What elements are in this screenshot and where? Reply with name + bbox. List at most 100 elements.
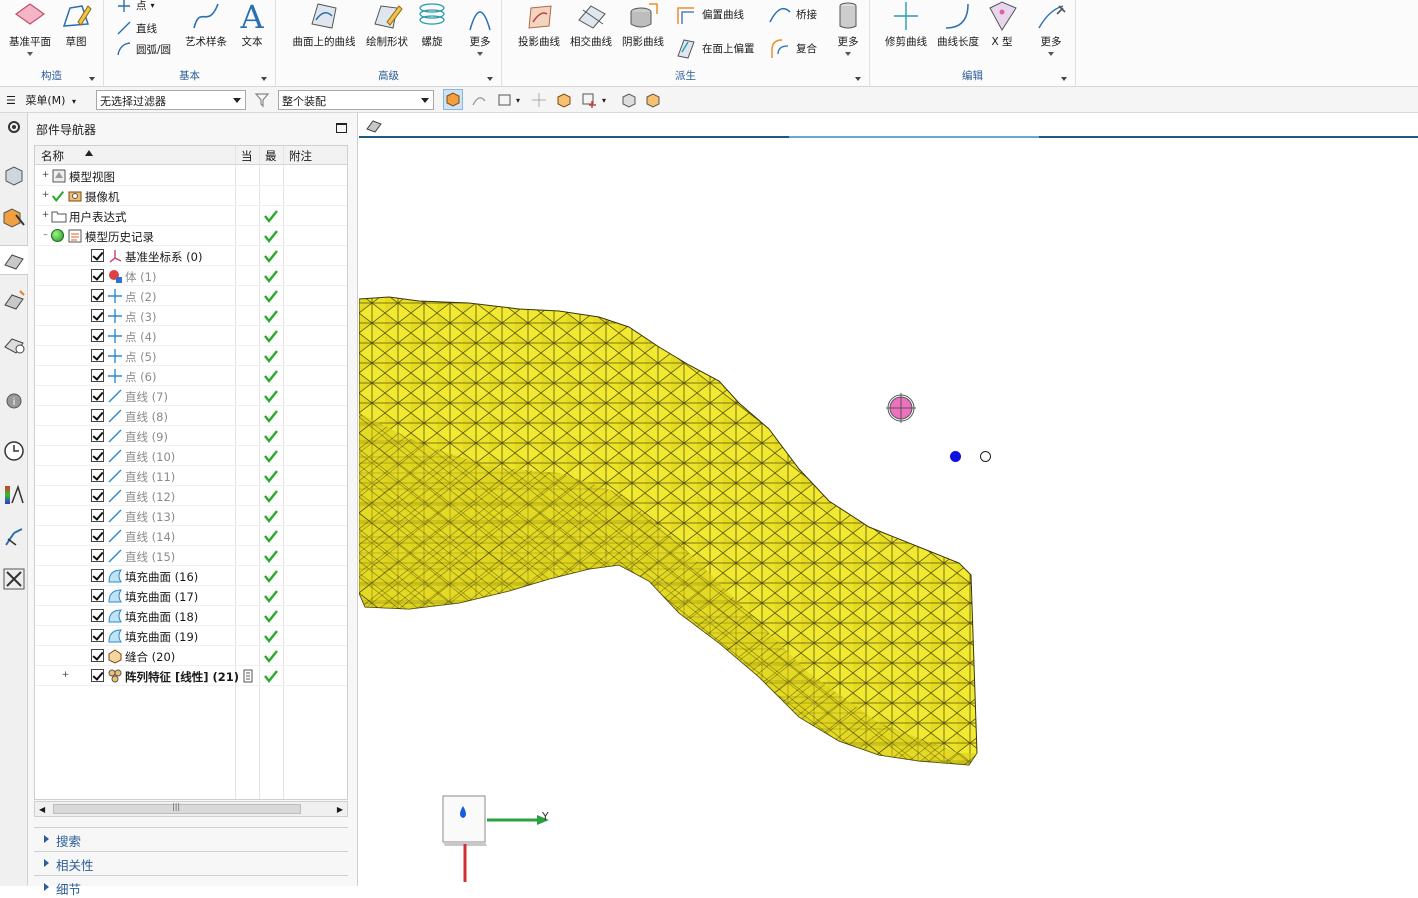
composite-curve-button[interactable]: 复合 xyxy=(768,36,817,60)
visibility-checkbox[interactable] xyxy=(91,609,104,622)
section-dependencies[interactable]: 相关性 xyxy=(34,851,348,873)
tree-row[interactable]: 点 (6) xyxy=(35,366,347,386)
add-component-icon[interactable] xyxy=(580,91,598,109)
section-details[interactable]: 细节 xyxy=(34,875,348,897)
visibility-checkbox[interactable] xyxy=(91,429,104,442)
tree-row[interactable]: 点 (3) xyxy=(35,306,347,326)
tree-row[interactable]: 直线 (15) xyxy=(35,546,347,566)
visibility-checkbox[interactable] xyxy=(91,649,104,662)
offset-in-face-button[interactable]: 在面上偏置 xyxy=(674,36,755,60)
visibility-checkbox[interactable] xyxy=(91,629,104,642)
tree-row[interactable]: 点 (5) xyxy=(35,346,347,366)
trim-curve-button[interactable]: 修剪曲线 xyxy=(880,0,932,49)
maximize-icon[interactable] xyxy=(336,123,347,133)
studio-spline-button[interactable]: 艺术样条 xyxy=(180,0,232,49)
draw-shape-button[interactable]: 绘制形状 xyxy=(362,0,412,49)
role-tools-icon[interactable] xyxy=(2,525,26,549)
expand-toggle[interactable]: + xyxy=(41,171,50,180)
tree-row[interactable]: 基准坐标系 (0) xyxy=(35,246,347,266)
visibility-checkbox[interactable] xyxy=(91,269,104,282)
bridge-curve-button[interactable]: 桥接 xyxy=(768,2,817,26)
select-feature-toggle[interactable] xyxy=(443,89,463,110)
section-search[interactable]: 搜索 xyxy=(34,827,348,849)
graphics-window[interactable]: Y xyxy=(359,113,1418,886)
visibility-checkbox[interactable] xyxy=(91,309,104,322)
tree-row[interactable]: 直线 (7) xyxy=(35,386,347,406)
yellow-surface-model[interactable] xyxy=(359,113,1418,886)
line-button[interactable]: 直线 xyxy=(116,20,157,36)
history-clock-icon[interactable] xyxy=(2,439,26,463)
filter-icon[interactable] xyxy=(254,91,272,109)
tree-row[interactable]: + 阵列特征 [线性] (21) xyxy=(35,666,347,686)
view-triad[interactable] xyxy=(435,786,585,886)
curve-length-button[interactable]: 曲线长度 xyxy=(934,0,982,49)
tree-row[interactable]: 直线 (11) xyxy=(35,466,347,486)
visibility-checkbox[interactable] xyxy=(91,449,104,462)
visibility-checkbox[interactable] xyxy=(91,569,104,582)
intersection-curve-button[interactable]: 相交曲线 xyxy=(566,0,616,49)
visibility-checkbox[interactable] xyxy=(91,509,104,522)
shaded-view-icon[interactable] xyxy=(644,91,662,109)
tree-row[interactable]: 点 (2) xyxy=(35,286,347,306)
more-advanced-button[interactable]: 更多 xyxy=(462,0,498,56)
tree-row[interactable]: + 模型视图 xyxy=(35,166,347,186)
select-curve-icon[interactable] xyxy=(470,91,488,109)
visibility-checkbox[interactable] xyxy=(91,349,104,362)
column-header-notes[interactable]: 附注 xyxy=(289,148,312,164)
expand-toggle[interactable]: + xyxy=(41,191,50,200)
tree-row[interactable]: 直线 (10) xyxy=(35,446,347,466)
tree-row[interactable]: 缝合 (20) xyxy=(35,646,347,666)
project-curve-button[interactable]: 投影曲线 xyxy=(514,0,564,49)
point-button[interactable]: 点 ▾ xyxy=(116,0,155,13)
visibility-checkbox[interactable] xyxy=(91,489,104,502)
select-face-icon[interactable] xyxy=(496,91,514,109)
tree-row[interactable]: 填充曲面 (17) xyxy=(35,586,347,606)
hd3d-tools-icon[interactable] xyxy=(2,333,26,357)
tree-row[interactable]: + 用户表达式 xyxy=(35,206,347,226)
selection-filter-dropdown[interactable]: 无选择过滤器 xyxy=(96,90,246,110)
menu-button[interactable]: ☰ 菜单(M) ▾ xyxy=(6,92,76,108)
visibility-checkbox[interactable] xyxy=(91,369,104,382)
arc-circle-button[interactable]: 圆弧/圆 xyxy=(116,41,171,57)
web-browser-icon[interactable]: i xyxy=(2,387,26,411)
x-form-button[interactable]: X 型 xyxy=(984,0,1020,49)
column-header-latest[interactable]: 最 xyxy=(265,148,277,164)
reuse-library-icon[interactable] xyxy=(2,289,26,313)
tree-row[interactable]: + 摄像机 xyxy=(35,186,347,206)
text-button[interactable]: A 文本 xyxy=(234,0,270,49)
wireframe-view-icon[interactable] xyxy=(620,91,638,109)
visibility-checkbox[interactable] xyxy=(91,249,104,262)
column-header-name[interactable]: 名称 xyxy=(41,148,64,164)
tree-row[interactable]: 直线 (13) xyxy=(35,506,347,526)
constraint-navigator-icon[interactable] xyxy=(2,205,26,229)
tree-row[interactable]: 填充曲面 (16) xyxy=(35,566,347,586)
tree-row[interactable]: 直线 (8) xyxy=(35,406,347,426)
visibility-checkbox[interactable] xyxy=(91,529,104,542)
gear-icon[interactable] xyxy=(2,115,26,139)
assembly-navigator-icon[interactable] xyxy=(555,91,573,109)
expand-toggle[interactable]: – xyxy=(41,231,50,240)
visibility-checkbox[interactable] xyxy=(91,289,104,302)
visibility-checkbox[interactable] xyxy=(91,549,104,562)
tree-row[interactable]: 直线 (9) xyxy=(35,426,347,446)
system-tools-icon[interactable] xyxy=(2,567,26,591)
assembly-navigator-tab-icon[interactable] xyxy=(2,163,26,187)
visibility-checkbox[interactable] xyxy=(91,329,104,342)
tree-row[interactable]: 直线 (14) xyxy=(35,526,347,546)
tree-row[interactable]: 填充曲面 (19) xyxy=(35,626,347,646)
snap-point-icon[interactable] xyxy=(530,91,548,109)
tree-row[interactable]: 点 (4) xyxy=(35,326,347,346)
palette-icon[interactable] xyxy=(2,483,26,507)
tree-row[interactable]: 直线 (12) xyxy=(35,486,347,506)
curve-on-surface-button[interactable]: 曲面上的曲线 xyxy=(288,0,360,49)
tree-row[interactable]: 体 (1) xyxy=(35,266,347,286)
sketch-button[interactable]: 草图 xyxy=(56,0,96,49)
expand-toggle[interactable]: + xyxy=(61,671,70,680)
visibility-checkbox[interactable] xyxy=(91,589,104,602)
more-edit-button[interactable]: 更多 xyxy=(1032,0,1070,56)
shadow-curve-button[interactable]: 阴影曲线 xyxy=(618,0,668,49)
assembly-scope-dropdown[interactable]: 整个装配 xyxy=(278,90,434,110)
scrollbar-thumb[interactable]: ||| xyxy=(53,802,301,814)
visibility-checkbox[interactable] xyxy=(91,669,104,682)
visibility-checkbox[interactable] xyxy=(91,389,104,402)
